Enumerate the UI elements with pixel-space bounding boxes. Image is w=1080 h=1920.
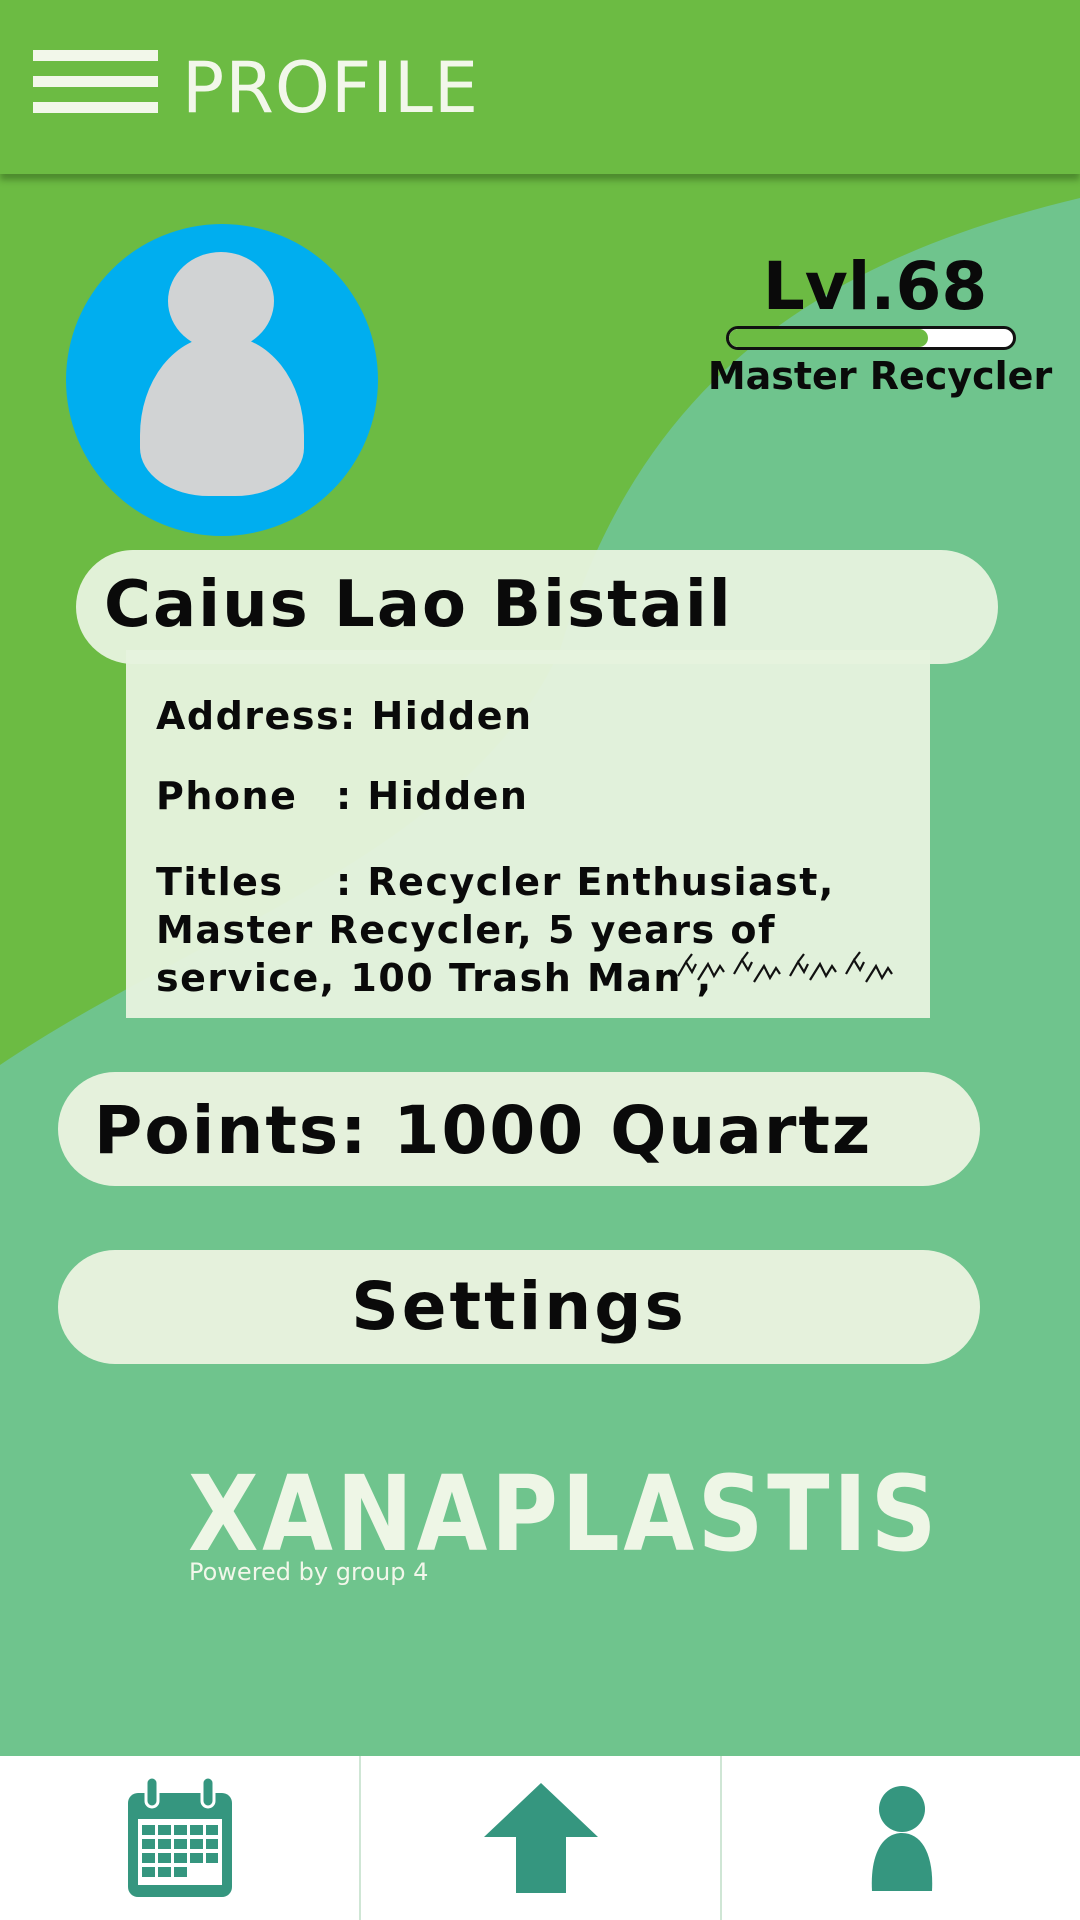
address-value: Hidden xyxy=(371,694,533,738)
decorative-scribble-icon xyxy=(677,951,893,983)
hamburger-menu-icon[interactable] xyxy=(33,50,158,114)
phone-value: : Hidden xyxy=(336,774,529,818)
settings-label: Settings xyxy=(351,1268,687,1345)
profile-info-card: Address: Hidden Phone : Hidden Titles : Re… xyxy=(126,650,930,1018)
address-label: Address: xyxy=(156,694,357,738)
level-progress-bar xyxy=(726,326,1016,350)
titles-line-1: : Recycler Enthusiast, xyxy=(336,860,835,904)
rank-title: Master Recycler xyxy=(707,354,1053,398)
phone-row: Phone : Hidden xyxy=(156,774,528,818)
user-avatar-icon[interactable] xyxy=(66,224,378,536)
titles-label: Titles xyxy=(156,860,284,904)
calendar-icon xyxy=(127,1775,232,1897)
nav-home[interactable] xyxy=(361,1756,720,1920)
nav-profile[interactable] xyxy=(722,1756,1080,1920)
user-name-banner: Caius Lao Bistail xyxy=(76,550,998,664)
level-indicator: Lvl.68 Master Recycler xyxy=(690,248,1070,399)
user-name: Caius Lao Bistail xyxy=(104,568,733,642)
home-arrow-icon xyxy=(483,1783,598,1893)
top-app-bar: PROFILE xyxy=(0,0,1080,174)
nav-calendar[interactable] xyxy=(0,1756,359,1920)
page-title: PROFILE xyxy=(182,47,480,129)
address-row: Address: Hidden xyxy=(156,694,533,738)
brand-logo: XANAPLASTIS xyxy=(188,1453,941,1575)
level-progress-fill xyxy=(729,329,928,347)
points-display: Points: 1000 Quartz xyxy=(58,1072,980,1186)
bottom-navigation xyxy=(0,1756,1080,1920)
powered-by-text: Powered by group 4 xyxy=(189,1558,429,1586)
level-text: Lvl.68 xyxy=(762,248,988,325)
settings-button[interactable]: Settings xyxy=(58,1250,980,1364)
phone-label: Phone xyxy=(156,774,298,818)
points-text: Points: 1000 Quartz xyxy=(94,1092,873,1169)
profile-person-icon xyxy=(871,1786,932,1891)
